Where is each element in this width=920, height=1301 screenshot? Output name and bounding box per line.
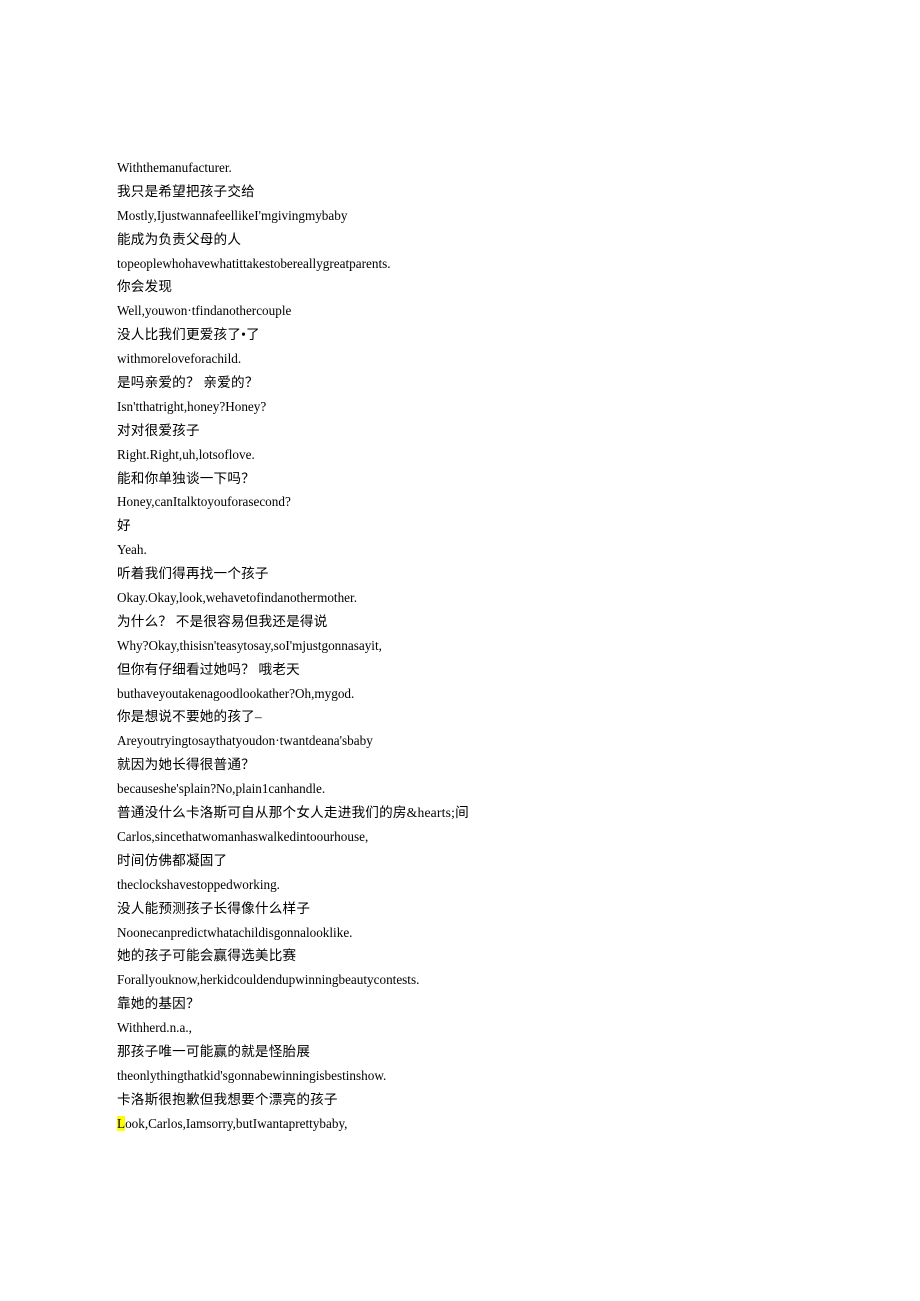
subtitle-line: Why?Okay,thisisn'teasytosay,soI'mjustgon…	[117, 637, 382, 653]
subtitle-line: topeoplewhohavewhatittakestobereallygrea…	[117, 255, 391, 271]
subtitle-line: Isn'tthatright,honey?Honey?	[117, 398, 267, 414]
subtitle-line: 好	[117, 518, 131, 534]
subtitle-line: 靠她的基因？	[117, 996, 200, 1012]
subtitle-line: 是吗亲爱的？ 亲爱的？	[117, 375, 259, 391]
subtitle-transcript: Withthemanufacturer. 我只是希望把孩子交给 Mostly,Iju…	[117, 156, 877, 1136]
subtitle-line: 时间仿佛都凝固了	[117, 852, 228, 868]
subtitle-line: theonlythingthatkid'sgonnabewinningisbes…	[117, 1067, 387, 1083]
subtitle-line: 你会发现	[117, 279, 173, 295]
subtitle-line: Withherd.n.a.,	[117, 1020, 192, 1036]
subtitle-line: Right.Right,uh,lotsoflove.	[117, 446, 255, 462]
subtitle-line: 但你有仔细看过她吗？ 哦老天	[117, 661, 300, 677]
subtitle-line: 她的孩子可能会赢得选美比赛	[117, 948, 297, 964]
subtitle-line: Areyoutryingtosaythatyoudon·twantdeana's…	[117, 733, 373, 749]
subtitle-line: 能成为负责父母的人	[117, 231, 242, 247]
subtitle-line: Forallyouknow,herkidcouldendupwinningbea…	[117, 972, 420, 988]
subtitle-line: 那孩子唯一可能赢的就是怪胎展	[117, 1043, 311, 1059]
subtitle-line: theclockshavestoppedworking.	[117, 876, 280, 892]
subtitle-line: 没人比我们更爱孩了•了	[117, 327, 260, 343]
subtitle-line: Yeah.	[117, 542, 147, 558]
subtitle-line: buthaveyoutakenagoodlookather?Oh,mygod.	[117, 685, 355, 701]
subtitle-line: Okay.Okay,look,wehavetofindanothermother…	[117, 590, 357, 606]
subtitle-line: 普通没什么卡洛斯可自从那个女人走进我们的房&hearts;间	[117, 805, 469, 821]
subtitle-line: 为什么？ 不是很容易但我还是得说	[117, 613, 328, 629]
subtitle-line: Honey,canItalktoyouforasecond?	[117, 494, 291, 510]
subtitle-line: 就因为她长得很普通？	[117, 757, 255, 773]
subtitle-line: withmoreloveforachild.	[117, 351, 242, 367]
subtitle-line: Well,youwon·tfindanothercouple	[117, 303, 292, 319]
subtitle-line: 我只是希望把孩子交给	[117, 183, 255, 199]
document-page: Withthemanufacturer. 我只是希望把孩子交给 Mostly,Iju…	[0, 0, 920, 1301]
subtitle-line: Look,Carlos,Iamsorry,butIwantaprettybaby…	[117, 1112, 877, 1136]
subtitle-line: 对对很爱孩子	[117, 422, 200, 438]
subtitle-line: Mostly,IjustwannafeellikeI'mgivingmybaby	[117, 207, 348, 223]
subtitle-line: 你是想说不要她的孩了–	[117, 709, 262, 725]
subtitle-line: Carlos,sincethatwomanhaswalkedintoourhou…	[117, 828, 369, 844]
highlighted-text: L	[117, 1115, 126, 1131]
subtitle-line: 没人能预测孩子长得像什么样子	[117, 900, 311, 916]
subtitle-line-text: ook,Carlos,Iamsorry,butIwantaprettybaby,	[125, 1115, 348, 1131]
subtitle-line: 卡洛斯很抱歉但我想要个漂亮的孩子	[117, 1091, 338, 1107]
subtitle-line: becauseshe'splain?No,plain1canhandle.	[117, 781, 326, 797]
subtitle-line: 能和你单独谈一下吗？	[117, 470, 255, 486]
subtitle-line: Noonecanpredictwhatachildisgonnalooklike…	[117, 924, 353, 940]
subtitle-line: Withthemanufacturer.	[117, 160, 232, 175]
subtitle-line: 听着我们得再找一个孩子	[117, 566, 269, 582]
